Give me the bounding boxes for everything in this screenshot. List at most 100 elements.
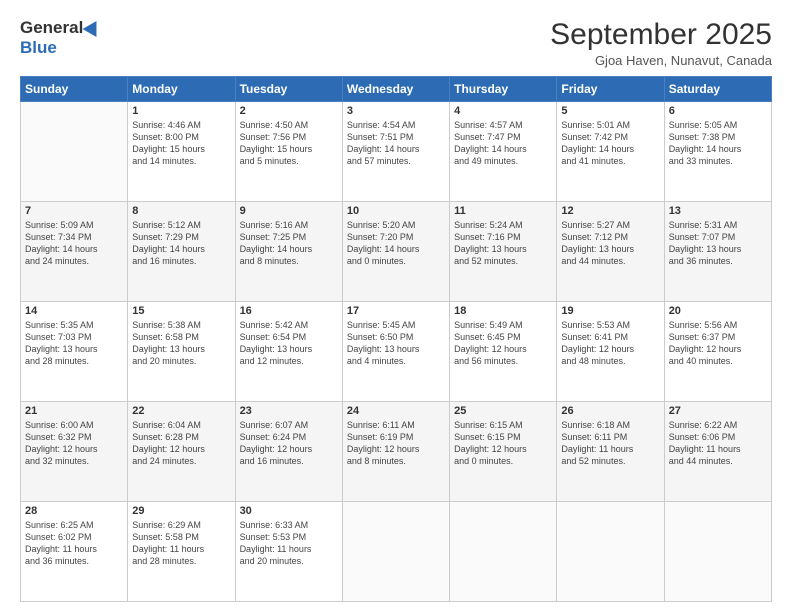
day-number: 16 (240, 305, 338, 317)
table-row: 17 Sunrise: 5:45 AMSunset: 6:50 PMDayligh… (342, 302, 449, 402)
day-number: 6 (669, 105, 767, 117)
table-row (21, 102, 128, 202)
day-number: 12 (561, 205, 659, 217)
table-row: 30 Sunrise: 6:33 AMSunset: 5:53 PMDayligh… (235, 502, 342, 602)
day-number: 10 (347, 205, 445, 217)
day-info: Sunrise: 5:56 AMSunset: 6:37 PMDaylight:… (669, 319, 767, 368)
day-number: 24 (347, 405, 445, 417)
day-info: Sunrise: 5:09 AMSunset: 7:34 PMDaylight:… (25, 219, 123, 268)
day-number: 4 (454, 105, 552, 117)
day-number: 13 (669, 205, 767, 217)
day-number: 22 (132, 405, 230, 417)
day-number: 5 (561, 105, 659, 117)
day-number: 3 (347, 105, 445, 117)
table-row: 24 Sunrise: 6:11 AMSunset: 6:19 PMDayligh… (342, 402, 449, 502)
table-row: 2 Sunrise: 4:50 AMSunset: 7:56 PMDaylight… (235, 102, 342, 202)
day-info: Sunrise: 5:53 AMSunset: 6:41 PMDaylight:… (561, 319, 659, 368)
day-info: Sunrise: 6:15 AMSunset: 6:15 PMDaylight:… (454, 419, 552, 468)
day-number: 2 (240, 105, 338, 117)
day-number: 11 (454, 205, 552, 217)
page-title: September 2025 (550, 18, 772, 51)
table-row: 11 Sunrise: 5:24 AMSunset: 7:16 PMDayligh… (450, 202, 557, 302)
logo: General Blue (20, 18, 101, 58)
day-number: 20 (669, 305, 767, 317)
col-friday: Friday (557, 77, 664, 102)
day-number: 30 (240, 505, 338, 517)
table-row: 7 Sunrise: 5:09 AMSunset: 7:34 PMDaylight… (21, 202, 128, 302)
day-number: 18 (454, 305, 552, 317)
col-sunday: Sunday (21, 77, 128, 102)
day-number: 17 (347, 305, 445, 317)
table-row: 19 Sunrise: 5:53 AMSunset: 6:41 PMDayligh… (557, 302, 664, 402)
table-row: 8Sunrise: 5:12 AMSunset: 7:29 PMDaylight… (128, 202, 235, 302)
day-info: Sunrise: 5:24 AMSunset: 7:16 PMDaylight:… (454, 219, 552, 268)
title-area: September 2025 Gjoa Haven, Nunavut, Cana… (550, 18, 772, 68)
table-row: 4 Sunrise: 4:57 AMSunset: 7:47 PMDaylight… (450, 102, 557, 202)
day-info: Sunrise: 5:12 AMSunset: 7:29 PMDaylight:… (132, 219, 230, 268)
table-row: 9 Sunrise: 5:16 AMSunset: 7:25 PMDaylight… (235, 202, 342, 302)
day-number: 19 (561, 305, 659, 317)
day-info: Sunrise: 5:49 AMSunset: 6:45 PMDaylight:… (454, 319, 552, 368)
day-info: Sunrise: 5:45 AMSunset: 6:50 PMDaylight:… (347, 319, 445, 368)
day-number: 7 (25, 205, 123, 217)
day-number: 9 (240, 205, 338, 217)
day-info: Sunrise: 4:50 AMSunset: 7:56 PMDaylight:… (240, 119, 338, 168)
table-row: 21Sunrise: 6:00 AMSunset: 6:32 PMDayligh… (21, 402, 128, 502)
col-monday: Monday (128, 77, 235, 102)
table-row (664, 502, 771, 602)
table-row (557, 502, 664, 602)
day-number: 14 (25, 305, 123, 317)
day-info: Sunrise: 4:57 AMSunset: 7:47 PMDaylight:… (454, 119, 552, 168)
day-info: Sunrise: 6:33 AMSunset: 5:53 PMDaylight:… (240, 519, 338, 568)
logo-blue-text: Blue (20, 38, 57, 58)
day-info: Sunrise: 4:46 AMSunset: 8:00 PMDaylight:… (132, 119, 230, 168)
table-row: 23 Sunrise: 6:07 AMSunset: 6:24 PMDayligh… (235, 402, 342, 502)
table-row: 22 Sunrise: 6:04 AMSunset: 6:28 PMDayligh… (128, 402, 235, 502)
day-number: 27 (669, 405, 767, 417)
calendar-table: Sunday Monday Tuesday Wednesday Thursday… (20, 76, 772, 602)
day-info: Sunrise: 5:35 AMSunset: 7:03 PMDaylight:… (25, 319, 123, 368)
day-info: Sunrise: 6:07 AMSunset: 6:24 PMDaylight:… (240, 419, 338, 468)
page-header: General Blue September 2025 Gjoa Haven, … (20, 18, 772, 68)
day-info: Sunrise: 5:01 AMSunset: 7:42 PMDaylight:… (561, 119, 659, 168)
table-row: 14 Sunrise: 5:35 AMSunset: 7:03 PMDayligh… (21, 302, 128, 402)
day-info: Sunrise: 6:22 AMSunset: 6:06 PMDaylight:… (669, 419, 767, 468)
day-info: Sunrise: 4:54 AMSunset: 7:51 PMDaylight:… (347, 119, 445, 168)
table-row: 28Sunrise: 6:25 AMSunset: 6:02 PMDayligh… (21, 502, 128, 602)
day-number: 29 (132, 505, 230, 517)
day-info: Sunrise: 6:18 AMSunset: 6:11 PMDaylight:… (561, 419, 659, 468)
col-thursday: Thursday (450, 77, 557, 102)
table-row: 3 Sunrise: 4:54 AMSunset: 7:51 PMDaylight… (342, 102, 449, 202)
day-info: Sunrise: 5:16 AMSunset: 7:25 PMDaylight:… (240, 219, 338, 268)
day-number: 1 (132, 105, 230, 117)
day-info: Sunrise: 5:05 AMSunset: 7:38 PMDaylight:… (669, 119, 767, 168)
col-tuesday: Tuesday (235, 77, 342, 102)
day-info: Sunrise: 6:29 AMSunset: 5:58 PMDaylight:… (132, 519, 230, 568)
calendar-header-row: Sunday Monday Tuesday Wednesday Thursday… (21, 77, 772, 102)
page-subtitle: Gjoa Haven, Nunavut, Canada (550, 53, 772, 68)
day-number: 28 (25, 505, 123, 517)
table-row: 18 Sunrise: 5:49 AMSunset: 6:45 PMDayligh… (450, 302, 557, 402)
day-info: Sunrise: 5:38 AMSunset: 6:58 PMDaylight:… (132, 319, 230, 368)
table-row: 16 Sunrise: 5:42 AMSunset: 6:54 PMDayligh… (235, 302, 342, 402)
table-row: 26 Sunrise: 6:18 AMSunset: 6:11 PMDayligh… (557, 402, 664, 502)
col-wednesday: Wednesday (342, 77, 449, 102)
logo-triangle-icon (83, 17, 104, 37)
day-info: Sunrise: 5:20 AMSunset: 7:20 PMDaylight:… (347, 219, 445, 268)
day-info: Sunrise: 5:42 AMSunset: 6:54 PMDaylight:… (240, 319, 338, 368)
day-info: Sunrise: 5:31 AMSunset: 7:07 PMDaylight:… (669, 219, 767, 268)
table-row (450, 502, 557, 602)
day-number: 23 (240, 405, 338, 417)
table-row: 27 Sunrise: 6:22 AMSunset: 6:06 PMDayligh… (664, 402, 771, 502)
table-row: 1 Sunrise: 4:46 AMSunset: 8:00 PMDaylight… (128, 102, 235, 202)
table-row: 6 Sunrise: 5:05 AMSunset: 7:38 PMDaylight… (664, 102, 771, 202)
day-number: 26 (561, 405, 659, 417)
logo-general-text: General (20, 18, 83, 38)
day-info: Sunrise: 6:11 AMSunset: 6:19 PMDaylight:… (347, 419, 445, 468)
table-row: 10 Sunrise: 5:20 AMSunset: 7:20 PMDayligh… (342, 202, 449, 302)
table-row: 12 Sunrise: 5:27 AMSunset: 7:12 PMDayligh… (557, 202, 664, 302)
day-info: Sunrise: 6:04 AMSunset: 6:28 PMDaylight:… (132, 419, 230, 468)
day-info: Sunrise: 5:27 AMSunset: 7:12 PMDaylight:… (561, 219, 659, 268)
table-row: 20 Sunrise: 5:56 AMSunset: 6:37 PMDayligh… (664, 302, 771, 402)
col-saturday: Saturday (664, 77, 771, 102)
